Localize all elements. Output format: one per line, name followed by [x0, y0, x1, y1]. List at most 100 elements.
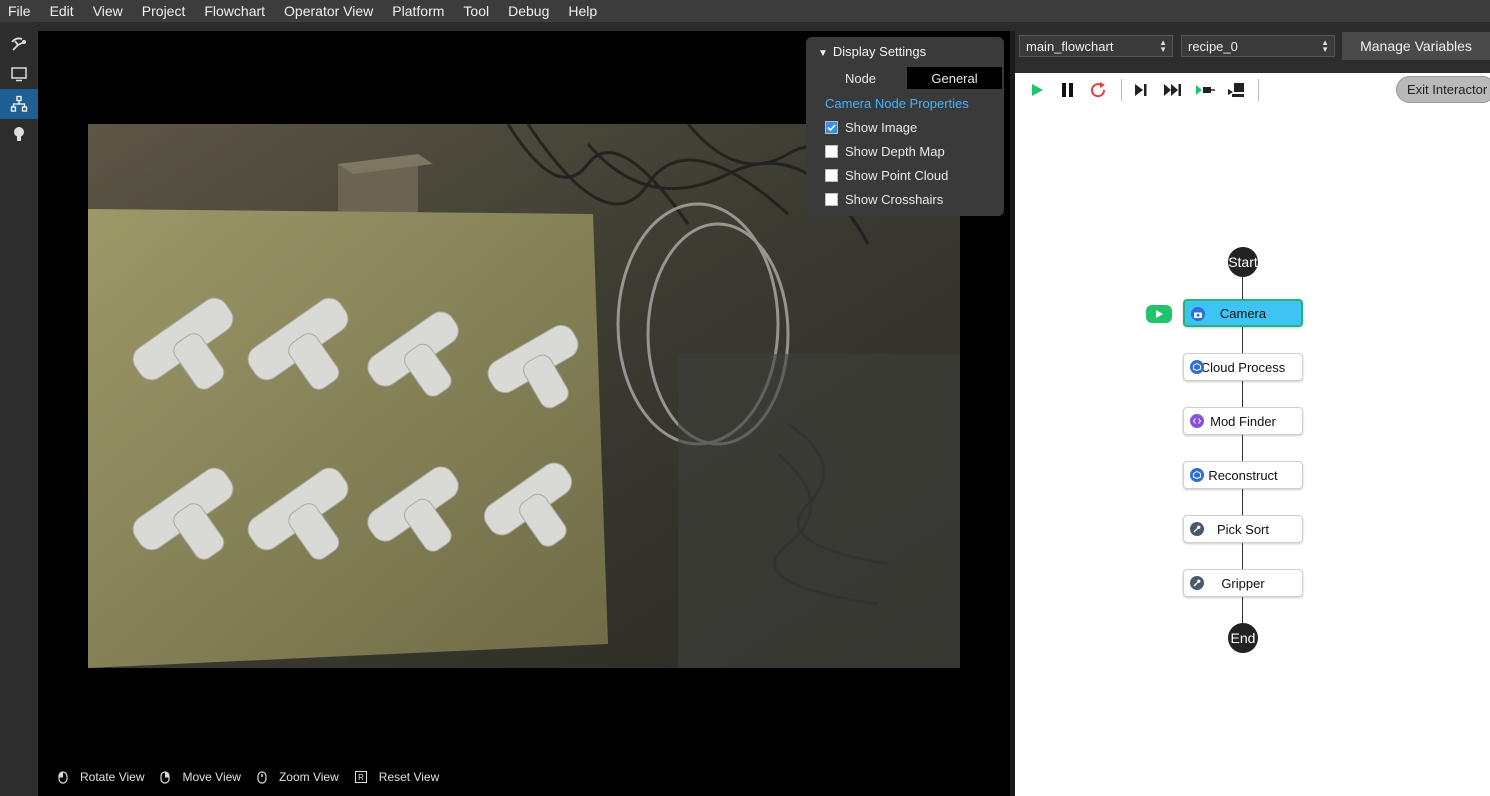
step-icon[interactable]	[1131, 81, 1151, 99]
step-over-icon[interactable]	[1163, 81, 1183, 99]
collapse-triangle-icon: ▼	[818, 48, 828, 59]
hint-reset: R Reset View	[354, 770, 440, 784]
flow-edge	[1242, 543, 1243, 569]
wrench-icon	[1190, 576, 1204, 590]
cube-icon	[1190, 468, 1204, 482]
tab-node[interactable]: Node	[814, 67, 907, 89]
menu-debug[interactable]: Debug	[508, 3, 549, 19]
show-crosshairs-checkbox[interactable]	[825, 192, 838, 206]
flow-node-label: Pick Sort	[1216, 521, 1269, 537]
option-show-image[interactable]: Show Image	[825, 119, 917, 135]
tab-general[interactable]: General	[907, 67, 1002, 89]
exit-interactor-button[interactable]: Exit Interactor	[1396, 76, 1490, 103]
menu-bar: File Edit View Project Flowchart Operato…	[0, 0, 1490, 22]
flow-node-mod-finder[interactable]: Mod Finder	[1183, 407, 1303, 435]
sidebar-item-monitor[interactable]	[0, 59, 38, 89]
recipe-select-value: recipe_0	[1188, 38, 1238, 54]
menu-edit[interactable]: Edit	[50, 3, 74, 19]
display-settings-header[interactable]: ▼ Display Settings	[818, 44, 926, 59]
flow-node-label: Camera	[1219, 305, 1267, 321]
robot-step-icon[interactable]	[1227, 81, 1247, 99]
cube-icon	[1190, 360, 1204, 374]
robot-arm-icon	[11, 37, 26, 51]
show-image-checkbox[interactable]	[825, 120, 838, 134]
show-crosshairs-label: Show Crosshairs	[845, 191, 944, 207]
show-image-label: Show Image	[845, 119, 918, 135]
menu-project[interactable]: Project	[142, 3, 186, 19]
flow-node-reconstruct[interactable]: Reconstruct	[1183, 461, 1303, 489]
menu-help[interactable]: Help	[568, 3, 597, 19]
show-point-cloud-label: Show Point Cloud	[845, 167, 949, 183]
display-settings-panel: ▼ Display Settings Node General Camera No…	[806, 37, 1004, 216]
mouse-wheel-icon	[257, 770, 267, 784]
spin-arrows-icon: ▲ ▼	[1159, 38, 1167, 54]
wrench-icon	[1190, 522, 1204, 536]
play-icon	[1156, 310, 1163, 318]
view-hints: Rotate View Move View Zoom View R Reset …	[58, 769, 455, 785]
manage-variables-button[interactable]: Manage Variables	[1342, 32, 1490, 60]
menu-operator-view[interactable]: Operator View	[284, 3, 373, 19]
restart-icon[interactable]	[1089, 81, 1109, 99]
flow-edge	[1242, 597, 1243, 623]
show-point-cloud-checkbox[interactable]	[825, 168, 838, 182]
flow-edge	[1242, 489, 1243, 515]
run-indicator	[1146, 305, 1172, 323]
flowchart-select[interactable]: main_flowchart ▲ ▼	[1019, 35, 1173, 57]
menu-platform[interactable]: Platform	[392, 3, 444, 19]
flow-node-label: Cloud Process	[1200, 359, 1286, 375]
start-node[interactable]: Start	[1228, 247, 1258, 277]
mouse-left-icon	[58, 770, 68, 784]
flow-edge	[1242, 327, 1243, 353]
hint-zoom-label: Zoom View	[278, 770, 339, 784]
hint-rotate-label: Rotate View	[80, 770, 145, 784]
run-to-node-icon[interactable]	[1195, 81, 1215, 99]
show-depth-map-label: Show Depth Map	[845, 143, 945, 159]
flowchart-canvas[interactable]: Exit Interactor Start Camera Cloud Proce…	[1015, 73, 1490, 796]
sidebar-item-flowchart[interactable]	[0, 89, 38, 119]
sidebar-item-robot[interactable]	[0, 29, 38, 59]
display-settings-title: Display Settings	[832, 44, 927, 59]
flow-node-gripper[interactable]: Gripper	[1183, 569, 1303, 597]
recipe-select[interactable]: recipe_0 ▲ ▼	[1181, 35, 1335, 57]
flow-node-pick-sort[interactable]: Pick Sort	[1183, 515, 1303, 543]
menu-file[interactable]: File	[8, 3, 31, 19]
flowchart-select-value: main_flowchart	[1026, 38, 1114, 54]
option-show-crosshairs[interactable]: Show Crosshairs	[825, 191, 943, 207]
monitor-icon	[11, 67, 27, 82]
hint-zoom: Zoom View	[257, 770, 339, 784]
menu-view[interactable]: View	[93, 3, 123, 19]
run-icon[interactable]	[1027, 81, 1047, 99]
hint-rotate: Rotate View	[58, 770, 144, 784]
left-sidebar	[0, 22, 38, 796]
svg-text:R: R	[358, 773, 364, 782]
spin-arrows-icon: ▲ ▼	[1321, 38, 1329, 54]
pause-icon[interactable]	[1058, 81, 1078, 99]
flow-node-label: Reconstruct	[1208, 467, 1278, 483]
mouse-right-icon	[160, 770, 171, 784]
toolbar-separator	[1121, 79, 1122, 101]
flow-edge	[1242, 277, 1243, 299]
flow-node-cloud-process[interactable]: Cloud Process	[1183, 353, 1303, 381]
flow-edge	[1242, 381, 1243, 407]
flowchart-icon	[10, 95, 28, 112]
flow-node-label: Gripper	[1221, 575, 1265, 591]
show-depth-map-checkbox[interactable]	[825, 144, 838, 158]
sidebar-item-tips[interactable]	[0, 119, 38, 149]
hint-reset-label: Reset View	[378, 770, 440, 784]
hint-move: Move View	[160, 770, 241, 784]
flow-node-camera[interactable]: Camera	[1183, 299, 1303, 327]
flow-node-label: Mod Finder	[1210, 413, 1276, 429]
option-show-depth-map[interactable]: Show Depth Map	[825, 143, 945, 159]
option-show-point-cloud[interactable]: Show Point Cloud	[825, 167, 948, 183]
flowchart-controls: main_flowchart ▲ ▼ recipe_0 ▲ ▼ Manage Var…	[1015, 31, 1490, 73]
end-node[interactable]: End	[1228, 623, 1258, 653]
lightbulb-icon	[14, 127, 24, 141]
code-icon	[1190, 414, 1204, 428]
menu-flowchart[interactable]: Flowchart	[204, 3, 265, 19]
key-r-icon: R	[354, 771, 367, 783]
menu-tool[interactable]: Tool	[463, 3, 489, 19]
section-title: Camera Node Properties	[825, 96, 969, 111]
toolbar-separator	[1258, 79, 1259, 101]
camera-icon	[1191, 307, 1205, 321]
hint-move-label: Move View	[182, 770, 241, 784]
